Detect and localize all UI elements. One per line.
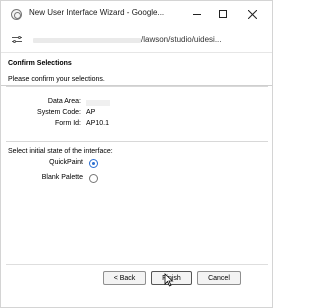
app-icon	[11, 9, 22, 20]
data-area-value	[86, 100, 110, 106]
maximize-button[interactable]	[210, 1, 236, 27]
window-title: New User Interface Wizard - Google...	[29, 8, 165, 17]
address-bar[interactable]: /lawson/studio/uidesi...	[1, 27, 272, 53]
url-redacted-part	[33, 38, 141, 43]
close-button[interactable]	[239, 1, 265, 27]
url-text[interactable]: /lawson/studio/uidesi...	[141, 35, 222, 44]
dialog-subtitle: Please confirm your selections.	[8, 76, 105, 83]
system-code-value: AP	[86, 109, 96, 116]
tune-icon[interactable]	[12, 36, 22, 44]
wizard-window: New User Interface Wizard - Google... /l…	[0, 0, 273, 308]
initial-state-label: Select initial state of the interface:	[8, 148, 113, 155]
mouse-cursor-icon	[164, 273, 174, 287]
close-icon	[247, 9, 257, 19]
blank-palette-label: Blank Palette	[41, 174, 83, 181]
dialog-header: Confirm Selections Please confirm your s…	[1, 54, 272, 86]
divider	[6, 86, 268, 87]
dialog-title: Confirm Selections	[8, 60, 72, 67]
blank-palette-radio[interactable]	[89, 174, 98, 183]
title-bar: New User Interface Wizard - Google...	[1, 1, 272, 27]
quickpaint-label: QuickPaint	[49, 159, 83, 166]
cancel-button[interactable]: Cancel	[197, 271, 241, 285]
divider	[6, 264, 268, 265]
back-button[interactable]: < Back	[103, 271, 146, 285]
form-id-value: AP10.1	[86, 120, 109, 127]
maximize-icon	[219, 10, 227, 18]
quickpaint-radio[interactable]	[89, 159, 98, 168]
divider	[6, 141, 268, 142]
data-area-label: Data Area:	[47, 98, 81, 105]
minimize-button[interactable]	[184, 1, 210, 27]
form-id-label: Form Id:	[54, 120, 81, 127]
minimize-icon	[193, 13, 201, 15]
system-code-label: System Code:	[37, 109, 81, 116]
